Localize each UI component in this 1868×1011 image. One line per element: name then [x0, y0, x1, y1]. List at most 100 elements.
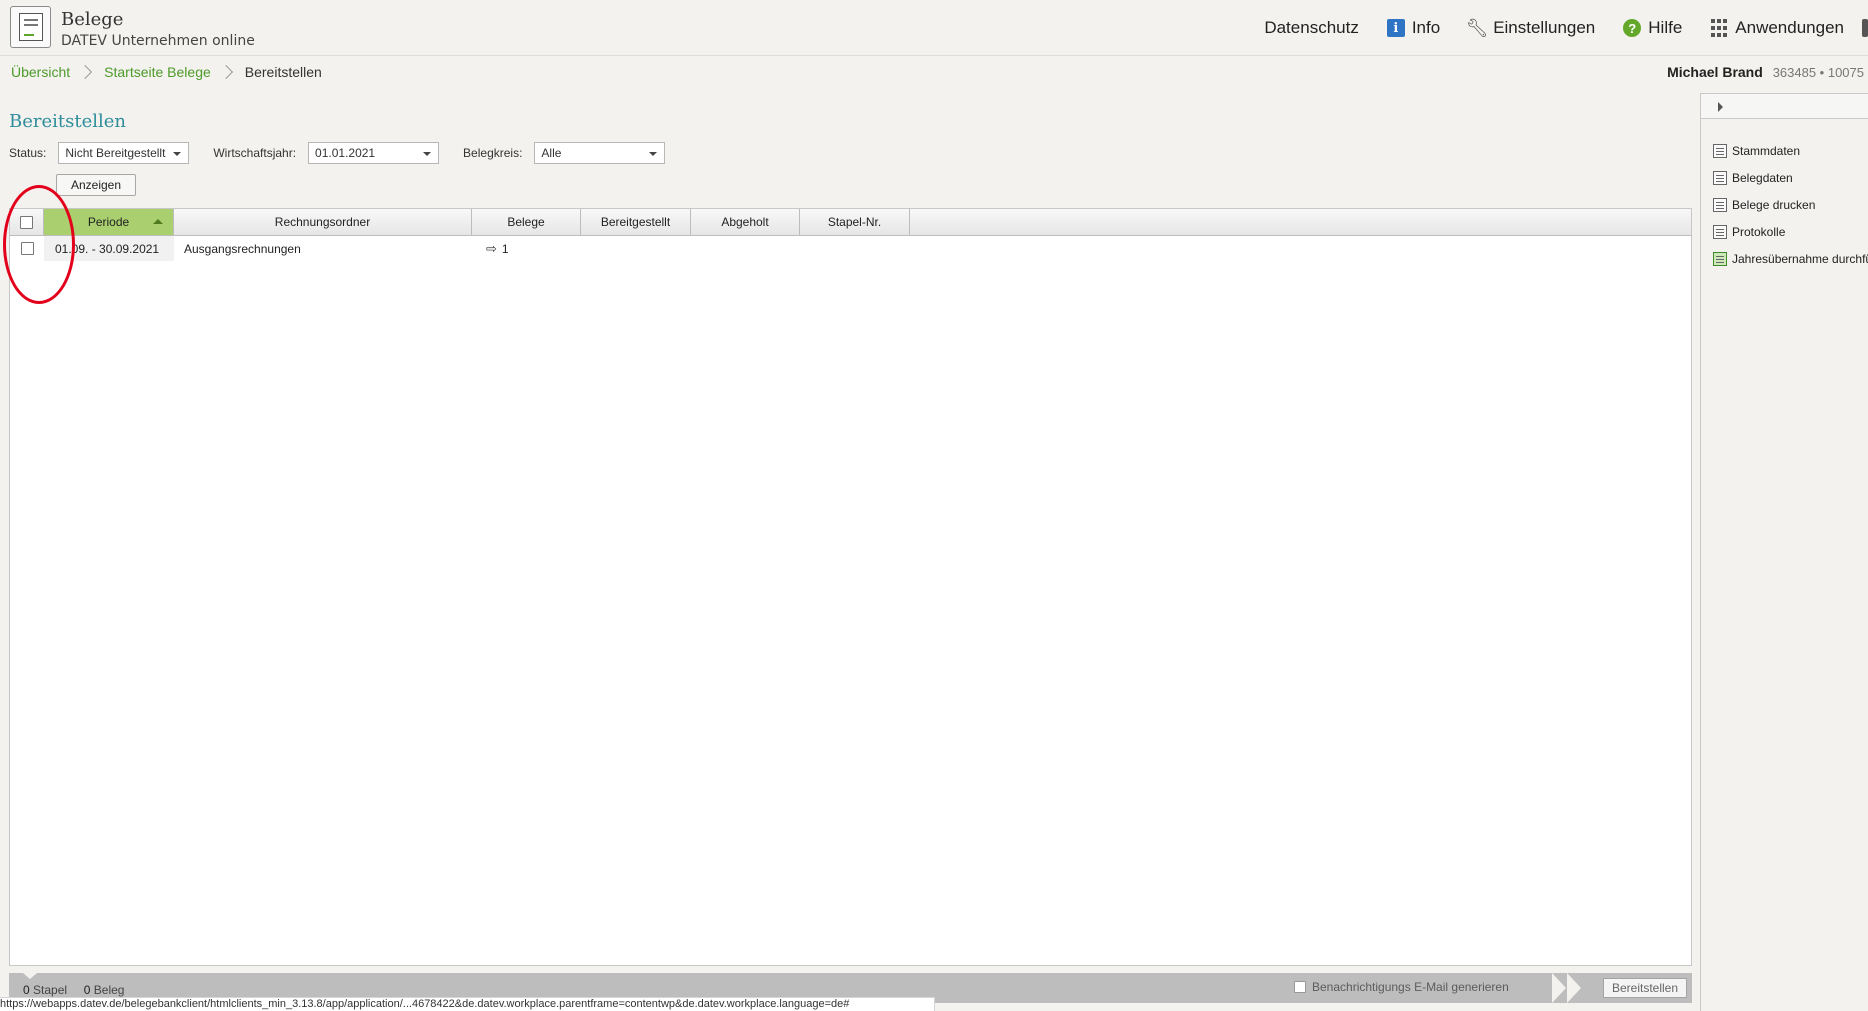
sidebar-item-label: Belege drucken: [1732, 197, 1816, 212]
column-stapel-nr-label: Stapel-Nr.: [827, 215, 882, 229]
info-icon: i: [1386, 19, 1405, 37]
sort-ascending-icon: [153, 219, 163, 224]
select-all-column: [10, 209, 44, 235]
column-rechnungsordner-label: Rechnungsordner: [274, 215, 371, 229]
app-title: Belege: [61, 9, 124, 30]
belegkreis-select-value: Alle: [541, 146, 562, 160]
anzeigen-button[interactable]: Anzeigen: [56, 174, 136, 196]
column-bereitgestellt[interactable]: Bereitgestellt: [581, 209, 691, 235]
grid-header: Periode Rechnungsordner Belege Bereitges…: [10, 209, 1691, 236]
column-abgeholt[interactable]: Abgeholt: [691, 209, 800, 235]
nav-einstellungen[interactable]: 🔧︎ Einstellungen: [1465, 17, 1596, 38]
select-all-checkbox[interactable]: [20, 215, 33, 229]
row-checkbox[interactable]: [21, 242, 34, 255]
table-row[interactable]: 01.09. - 30.09.2021 Ausgangsrechnungen ⇨…: [10, 236, 1691, 261]
sidebar-item-stammdaten[interactable]: Stammdaten: [1713, 137, 1868, 164]
email-label: Benachrichtigungs E-Mail generieren: [1312, 980, 1509, 994]
column-abgeholt-label: Abgeholt: [721, 215, 769, 229]
column-stapel-nr[interactable]: Stapel-Nr.: [800, 209, 910, 235]
help-icon: ?: [1623, 19, 1642, 37]
step-chevron-icon: [1567, 973, 1581, 1003]
bereitstellen-button[interactable]: Bereitstellen: [1603, 978, 1687, 998]
overflow-handle[interactable]: [1862, 19, 1868, 37]
app-header: Belege DATEV Unternehmen online Datensch…: [0, 0, 1868, 56]
nav-hilfe[interactable]: ? Hilfe: [1623, 18, 1682, 38]
sidebar-item-jahresuebernahme[interactable]: Jahresübernahme durchfü: [1713, 245, 1868, 272]
wirtschaftsjahr-select[interactable]: 01.01.2021: [308, 142, 440, 164]
cell-abgeholt: [701, 236, 800, 261]
log-icon: [1713, 224, 1727, 239]
top-navigation: Datenschutz i Info 🔧︎ Einstellungen ? Hi…: [1236, 16, 1868, 40]
printer-icon: [1713, 197, 1727, 212]
sidebar-item-label: Stammdaten: [1732, 143, 1801, 158]
status-select[interactable]: Nicht Bereitgestellt: [58, 142, 190, 164]
breadcrumb: Übersicht Startseite Belege Bereitstelle…: [11, 64, 322, 80]
filter-bar: Status: Nicht Bereitgestellt Wirtschafts…: [9, 142, 689, 164]
card-icon: [1713, 143, 1727, 158]
column-bereitgestellt-label: Bereitgestellt: [600, 215, 671, 229]
belege-app-icon[interactable]: [10, 6, 51, 48]
column-periode-label: Periode: [87, 215, 130, 229]
beleg-count: 0: [83, 983, 91, 997]
nav-datenschutz-label: Datenschutz: [1264, 18, 1359, 37]
right-sidebar: Stammdaten Belegdaten Belege drucken Pro…: [1700, 93, 1868, 1011]
belegkreis-select[interactable]: Alle: [534, 142, 666, 164]
wirtschaftsjahr-label: Wirtschaftsjahr:: [213, 146, 297, 160]
cell-belege-count: 1: [501, 241, 509, 256]
nav-info[interactable]: i Info: [1386, 18, 1440, 38]
status-notch: [23, 973, 37, 979]
cell-belege[interactable]: ⇨ 1: [486, 236, 581, 261]
nav-hilfe-label: Hilfe: [1648, 18, 1683, 37]
sidebar-item-label: Belegdaten: [1732, 170, 1793, 185]
chevron-down-icon: [423, 152, 432, 156]
chevron-right-icon: [218, 64, 233, 80]
status-label: Status:: [9, 146, 47, 160]
email-option[interactable]: Benachrichtigungs E-Mail generieren: [1294, 980, 1509, 994]
chevron-down-icon: [173, 152, 182, 156]
breadcrumb-startseite-belege[interactable]: Startseite Belege: [104, 64, 211, 80]
grid-icon: [1710, 19, 1728, 37]
sidebar-item-protokolle[interactable]: Protokolle: [1713, 218, 1868, 245]
column-rechnungsordner[interactable]: Rechnungsordner: [174, 209, 472, 235]
sidebar-item-label: Protokolle: [1732, 224, 1786, 239]
sidebar-item-belege-drucken[interactable]: Belege drucken: [1713, 191, 1868, 218]
chevron-down-icon: [649, 152, 658, 156]
sidebar-header: [1701, 93, 1868, 119]
user-name: Michael Brand: [1667, 64, 1763, 80]
wirtschaftsjahr-select-value: 01.01.2021: [315, 146, 376, 160]
status-counts: 0 Stapel 0 Beleg: [23, 983, 124, 997]
user-ids: 363485 • 10075: [1772, 65, 1864, 80]
sidebar-item-label: Jahresübernahme durchfü: [1732, 251, 1868, 266]
arrow-right-icon: ⇨: [486, 240, 497, 256]
nav-anwendungen[interactable]: Anwendungen: [1710, 18, 1844, 38]
user-info: Michael Brand 363485 • 10075: [1667, 64, 1864, 80]
data-grid: Periode Rechnungsordner Belege Bereitges…: [9, 208, 1692, 966]
cell-rechnungsordner: Ausgangsrechnungen: [184, 241, 301, 256]
nav-einstellungen-label: Einstellungen: [1493, 18, 1596, 37]
cell-bereitgestellt: [591, 236, 691, 261]
stapel-count: 0: [23, 983, 30, 997]
page-title: Bereitstellen: [9, 111, 127, 132]
collapse-arrow-icon[interactable]: [1718, 102, 1723, 112]
chevron-right-icon: [78, 64, 93, 80]
stapel-label: Stapel: [33, 983, 68, 997]
row-checkbox-cell: [21, 236, 41, 261]
document-icon: [1713, 170, 1727, 185]
nav-datenschutz[interactable]: Datenschutz: [1264, 18, 1359, 38]
browser-status-url: https://webapps.datev.de/belegebankclien…: [0, 997, 935, 1011]
sidebar-item-belegdaten[interactable]: Belegdaten: [1713, 164, 1868, 191]
breadcrumb-uebersicht[interactable]: Übersicht: [11, 64, 70, 80]
belegkreis-label: Belegkreis:: [463, 146, 523, 160]
cell-periode: 01.09. - 30.09.2021: [44, 236, 174, 261]
wrench-icon: 🔧︎: [1465, 17, 1489, 38]
column-belege-label: Belege: [507, 215, 545, 229]
column-periode[interactable]: Periode: [44, 209, 174, 235]
beleg-label: Beleg: [93, 983, 125, 997]
calendar-icon: [1713, 251, 1727, 266]
breadcrumb-current: Bereitstellen: [244, 64, 322, 80]
sidebar-actions: Stammdaten Belegdaten Belege drucken Pro…: [1713, 137, 1868, 272]
status-select-value: Nicht Bereitgestellt: [65, 146, 166, 160]
app-subtitle: DATEV Unternehmen online: [61, 33, 255, 49]
column-belege[interactable]: Belege: [472, 209, 581, 235]
email-checkbox[interactable]: [1294, 981, 1306, 993]
